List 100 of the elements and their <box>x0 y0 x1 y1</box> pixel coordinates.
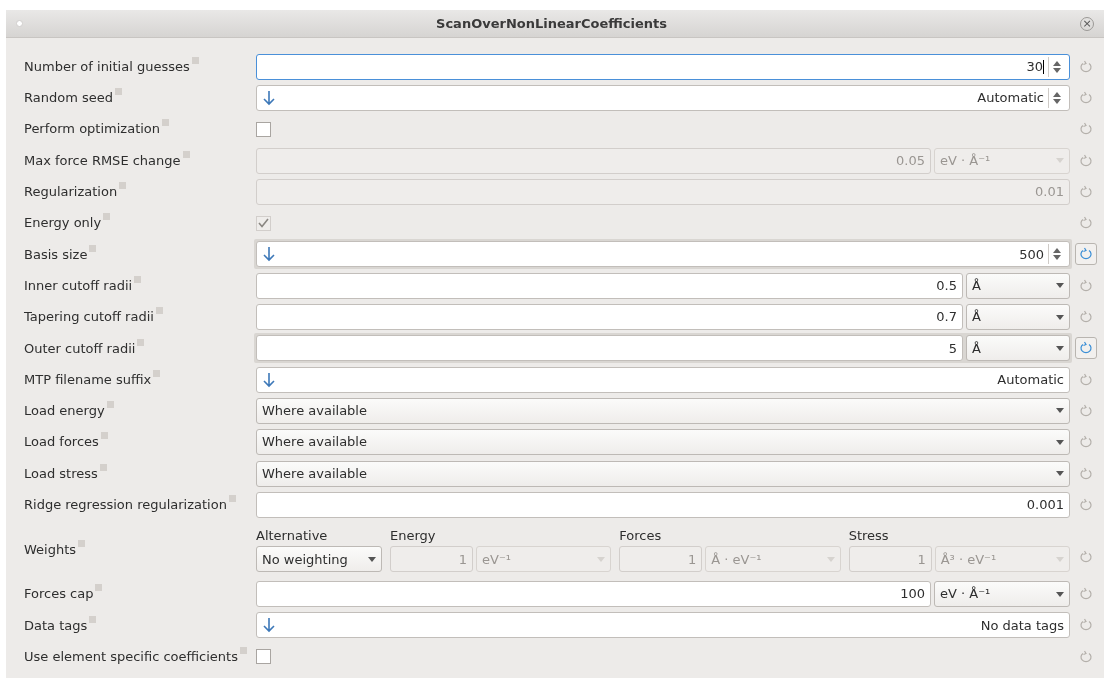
column-header: Energy <box>390 527 437 546</box>
field-label: Number of initial guesses <box>24 58 190 74</box>
field-label: Ridge regression regularization <box>24 497 227 513</box>
down-arrow-icon[interactable] <box>262 89 276 106</box>
reset-icon <box>1078 153 1094 168</box>
help-icon[interactable] <box>100 432 108 440</box>
reset-icon <box>1078 247 1094 262</box>
field-label: Load stress <box>24 465 98 481</box>
field-label: Perform optimization <box>24 121 161 137</box>
input-field[interactable]: 100 <box>256 581 931 608</box>
input-field[interactable]: Automatic <box>256 84 1070 111</box>
column-header: Alternative <box>256 527 329 546</box>
unit-dropdown[interactable]: eV · Å⁻¹ <box>934 581 1070 608</box>
help-icon[interactable] <box>95 584 103 592</box>
help-icon[interactable] <box>89 244 97 252</box>
help-icon[interactable] <box>228 495 236 503</box>
caret-icon <box>826 556 835 562</box>
help-icon[interactable] <box>99 463 107 471</box>
reset-icon <box>1078 372 1094 387</box>
spinner[interactable] <box>1048 56 1064 77</box>
reset-icon <box>1078 59 1094 74</box>
input-field[interactable]: 0.5 <box>256 272 963 299</box>
help-icon[interactable] <box>155 307 163 315</box>
reset-icon <box>1078 90 1094 105</box>
reset-icon <box>1078 497 1094 512</box>
caret-icon <box>368 556 376 562</box>
down-arrow-icon[interactable] <box>262 617 276 634</box>
caret-icon <box>597 556 606 562</box>
field-label: Tapering cutoff radii <box>24 309 154 325</box>
input-field[interactable]: No data tags <box>256 612 1070 639</box>
field-label: Weights <box>24 541 77 557</box>
down-arrow-icon[interactable] <box>262 371 276 388</box>
field-label: Data tags <box>24 617 88 633</box>
caret-icon <box>1056 439 1064 445</box>
alternative-dropdown[interactable]: No weighting <box>256 546 382 573</box>
help-icon[interactable] <box>191 56 199 64</box>
reset-icon <box>1078 216 1094 231</box>
checkbox[interactable] <box>256 121 271 137</box>
help-icon[interactable] <box>153 369 161 377</box>
spinner[interactable] <box>1048 87 1064 108</box>
caret-icon <box>1056 408 1064 414</box>
checkbox[interactable] <box>256 649 271 665</box>
input-field[interactable]: 0.001 <box>256 491 1070 518</box>
unit-dropdown[interactable]: Å <box>966 335 1070 362</box>
input-field[interactable]: 30 <box>256 53 1070 80</box>
help-icon[interactable] <box>239 646 247 654</box>
spinner[interactable] <box>1048 244 1064 265</box>
help-icon[interactable] <box>119 182 127 190</box>
caret-icon <box>1056 556 1064 562</box>
help-icon[interactable] <box>182 150 190 158</box>
field-label: Energy only <box>24 215 102 231</box>
caret-icon <box>1056 158 1064 164</box>
column-header: Forces <box>619 527 663 546</box>
reset-icon <box>1078 278 1094 293</box>
reset-icon <box>1078 649 1094 664</box>
field-label: Use element specific coefficients <box>24 648 238 664</box>
field-label: Outer cutoff radii <box>24 340 136 356</box>
reset-icon <box>1078 122 1094 137</box>
help-icon[interactable] <box>134 275 142 283</box>
window-menu-icon[interactable] <box>16 20 23 27</box>
dropdown[interactable]: Where available <box>256 460 1070 487</box>
field-label: Regularization <box>24 184 118 200</box>
caret-icon <box>1056 471 1064 476</box>
field-label: Load energy <box>24 403 105 419</box>
caret-icon <box>1056 283 1064 289</box>
field-label: Max force RMSE change <box>24 152 181 168</box>
reset-icon <box>1078 587 1094 602</box>
help-icon[interactable] <box>89 615 97 623</box>
help-icon[interactable] <box>137 338 145 346</box>
help-icon[interactable] <box>115 88 122 96</box>
field-label: Basis size <box>24 246 88 262</box>
unit-dropdown[interactable]: Å <box>966 272 1070 299</box>
reset-icon <box>1078 341 1094 356</box>
input-field[interactable]: Automatic <box>256 366 1070 393</box>
field-label: Random seed <box>24 90 113 106</box>
help-icon[interactable] <box>78 539 86 547</box>
caret-icon <box>1056 345 1064 351</box>
down-arrow-icon[interactable] <box>262 246 276 263</box>
reset-icon <box>1078 550 1094 565</box>
reset-button[interactable] <box>1075 243 1097 266</box>
unit-dropdown[interactable]: Å <box>966 304 1070 330</box>
help-icon[interactable] <box>162 119 170 127</box>
field-label: Forces cap <box>24 586 94 602</box>
caret-icon <box>1056 314 1064 320</box>
field-label: Load forces <box>24 434 99 450</box>
reset-icon <box>1078 466 1094 481</box>
dropdown[interactable]: Where available <box>256 397 1070 424</box>
window-title: ScanOverNonLinearCoefficients <box>435 14 668 33</box>
input-field[interactable]: 500 <box>256 241 1070 268</box>
reset-icon <box>1078 435 1094 450</box>
help-icon[interactable] <box>106 401 114 409</box>
reset-button[interactable] <box>1075 337 1097 360</box>
field-label: MTP filename suffix <box>24 371 152 387</box>
input-field[interactable]: 5 <box>256 335 963 362</box>
input-field[interactable]: 0.7 <box>256 304 963 330</box>
dropdown[interactable]: Where available <box>256 429 1070 456</box>
reset-icon <box>1078 184 1094 199</box>
reset-icon <box>1078 403 1094 418</box>
help-icon[interactable] <box>103 213 111 221</box>
column-header: Stress <box>848 527 890 546</box>
